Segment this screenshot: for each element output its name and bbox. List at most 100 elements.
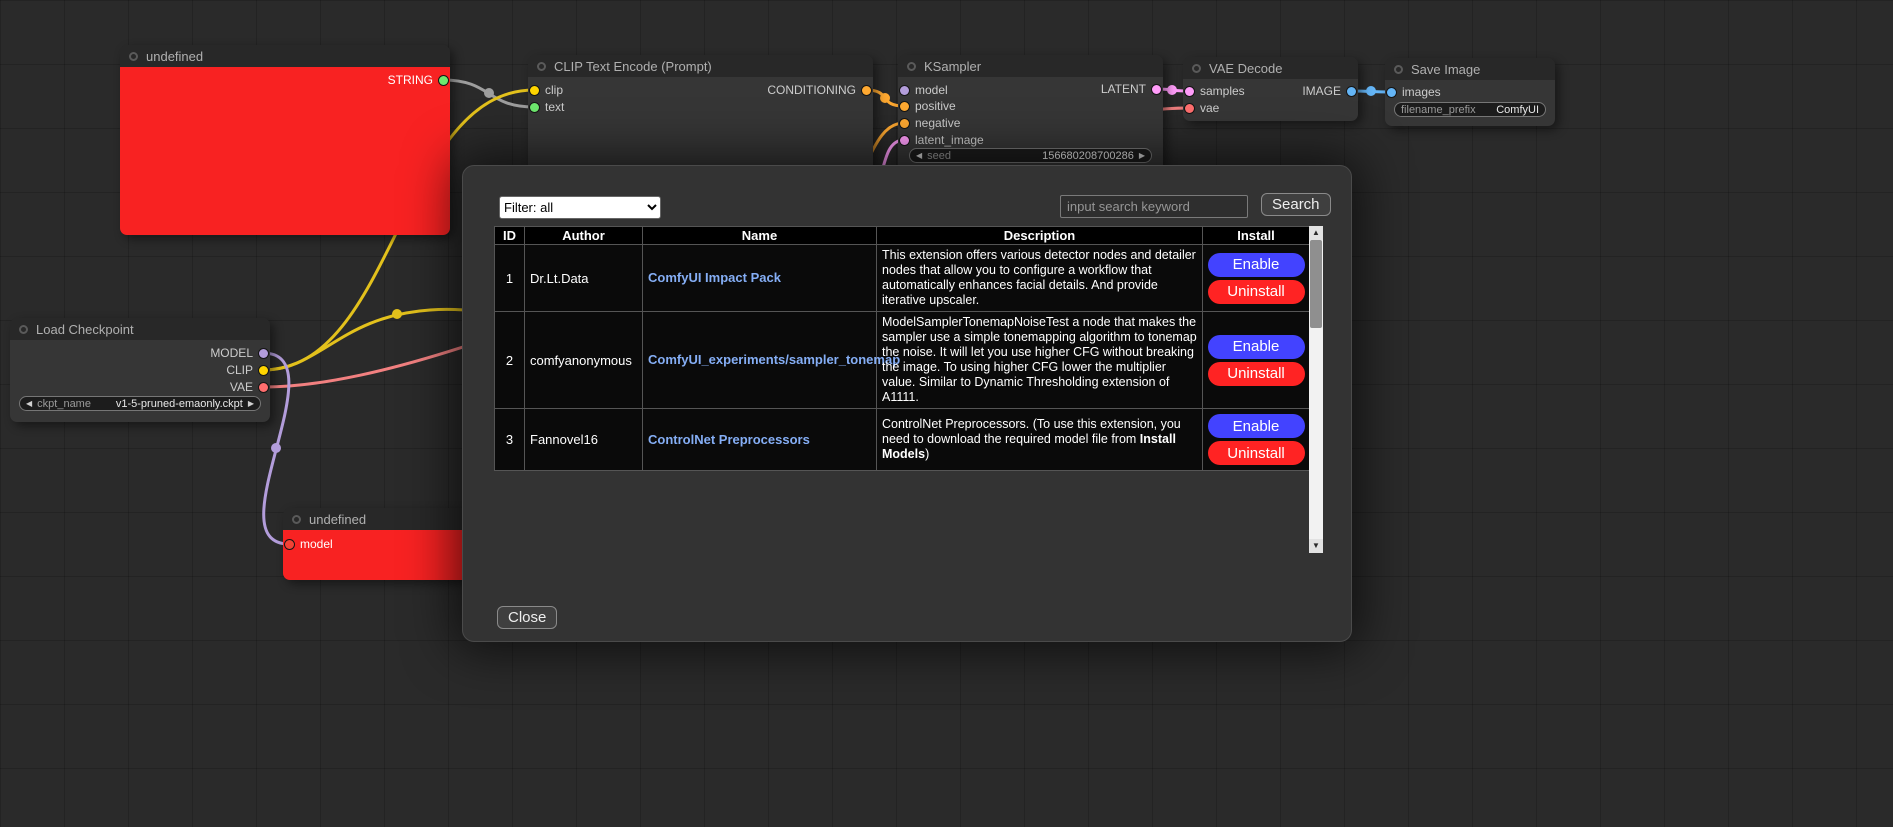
output-slot-dot[interactable] <box>259 349 268 358</box>
output-slot-dot[interactable] <box>862 86 871 95</box>
cell-install: Enable Uninstall <box>1203 312 1310 409</box>
input-slot-dot[interactable] <box>900 119 909 128</box>
slot-label: text <box>545 100 564 114</box>
input-slot-text: text <box>530 100 564 114</box>
uninstall-button[interactable]: Uninstall <box>1208 441 1305 465</box>
node-title-bar[interactable]: KSampler <box>898 55 1163 77</box>
node-title-bar[interactable]: Load Checkpoint <box>10 318 270 340</box>
slot-label: vae <box>1200 101 1219 115</box>
input-slot-model: model <box>285 537 333 551</box>
output-slot-latent: LATENT <box>1101 82 1161 96</box>
input-slot-dot[interactable] <box>1185 104 1194 113</box>
decrement-arrow-icon[interactable]: ◀ <box>26 399 32 408</box>
increment-arrow-icon[interactable]: ▶ <box>1139 151 1145 160</box>
scroll-up-icon[interactable]: ▲ <box>1309 226 1323 240</box>
node-save-image[interactable]: Save Image images filename_prefix ComfyU… <box>1385 58 1555 126</box>
scroll-down-icon[interactable]: ▼ <box>1309 539 1323 553</box>
increment-arrow-icon[interactable]: ▶ <box>248 399 254 408</box>
output-slot-dot[interactable] <box>259 366 268 375</box>
input-slot-dot[interactable] <box>530 103 539 112</box>
slot-label: CONDITIONING <box>767 83 856 97</box>
uninstall-button[interactable]: Uninstall <box>1208 362 1305 386</box>
output-slot-vae: VAE <box>230 380 268 394</box>
link-dot-latent <box>1167 85 1177 95</box>
filter-select[interactable]: Filter: all <box>499 196 661 219</box>
filename-prefix-widget[interactable]: filename_prefix ComfyUI <box>1394 102 1546 117</box>
manager-dialog: Filter: all Search ID Author Name Descri… <box>462 165 1352 642</box>
collapse-dot-icon[interactable] <box>19 325 28 334</box>
node-load-checkpoint[interactable]: Load Checkpoint MODEL CLIP VAE ◀ ckpt_na… <box>10 318 270 422</box>
collapse-dot-icon[interactable] <box>292 515 301 524</box>
header-install: Install <box>1203 227 1310 245</box>
output-slot-dot[interactable] <box>1347 87 1356 96</box>
node-title-bar[interactable]: CLIP Text Encode (Prompt) <box>528 55 873 77</box>
input-slot-dot[interactable] <box>1185 87 1194 96</box>
node-undefined-top[interactable]: undefined STRING <box>120 45 450 235</box>
extension-link[interactable]: ComfyUI_experiments/sampler_tonemap <box>648 352 900 367</box>
table-row: 3 Fannovel16 ControlNet Preprocessors Co… <box>495 409 1310 471</box>
enable-button[interactable]: Enable <box>1208 335 1305 359</box>
scrollbar-thumb[interactable] <box>1310 240 1322 328</box>
widget-label: seed <box>927 150 951 162</box>
widget-label: ckpt_name <box>37 398 91 410</box>
input-slot-model: model <box>900 83 948 97</box>
node-title-bar[interactable]: VAE Decode <box>1183 57 1358 79</box>
collapse-dot-icon[interactable] <box>1394 65 1403 74</box>
node-title-bar[interactable]: Save Image <box>1385 58 1555 80</box>
extension-link[interactable]: ComfyUI Impact Pack <box>648 270 781 285</box>
slot-label: MODEL <box>210 346 253 360</box>
collapse-dot-icon[interactable] <box>907 62 916 71</box>
node-title: Save Image <box>1411 62 1480 77</box>
decrement-arrow-icon[interactable]: ◀ <box>916 151 922 160</box>
node-ksampler[interactable]: KSampler model positive negative latent_… <box>898 55 1163 182</box>
output-slot-string: STRING <box>388 73 448 87</box>
output-slot-model: MODEL <box>210 346 268 360</box>
node-title: KSampler <box>924 59 981 74</box>
output-slot-dot[interactable] <box>1152 85 1161 94</box>
node-title-bar[interactable]: undefined <box>120 45 450 67</box>
slot-label: STRING <box>388 73 433 87</box>
table-row: 1 Dr.Lt.Data ComfyUI Impact Pack This ex… <box>495 245 1310 312</box>
slot-label: clip <box>545 83 563 97</box>
uninstall-button[interactable]: Uninstall <box>1208 280 1305 304</box>
input-slot-dot[interactable] <box>900 136 909 145</box>
input-slot-dot[interactable] <box>900 102 909 111</box>
node-vae-decode[interactable]: VAE Decode samples vae IMAGE <box>1183 57 1358 121</box>
slot-label: positive <box>915 99 956 113</box>
close-button[interactable]: Close <box>497 606 557 629</box>
slot-label: LATENT <box>1101 82 1146 96</box>
collapse-dot-icon[interactable] <box>1192 64 1201 73</box>
widget-value: ComfyUI <box>1496 104 1539 116</box>
header-id: ID <box>495 227 525 245</box>
output-slot-dot[interactable] <box>439 76 448 85</box>
seed-widget[interactable]: ◀ seed 156680208700286 ▶ <box>909 148 1152 163</box>
enable-button[interactable]: Enable <box>1208 253 1305 277</box>
search-button[interactable]: Search <box>1261 193 1331 216</box>
input-slot-dot[interactable] <box>900 86 909 95</box>
ckpt-name-widget[interactable]: ◀ ckpt_name v1-5-pruned-emaonly.ckpt ▶ <box>19 396 261 411</box>
slot-label: IMAGE <box>1302 84 1341 98</box>
widget-label: filename_prefix <box>1401 104 1476 116</box>
cell-author: comfyanonymous <box>525 312 643 409</box>
cell-author: Fannovel16 <box>525 409 643 471</box>
widget-value: v1-5-pruned-emaonly.ckpt <box>116 398 243 410</box>
input-slot-dot[interactable] <box>285 540 294 549</box>
cell-description: This extension offers various detector n… <box>877 245 1203 312</box>
search-input[interactable] <box>1060 195 1248 218</box>
table-row: 2 comfyanonymous ComfyUI_experiments/sam… <box>495 312 1310 409</box>
scrollbar[interactable]: ▲ ▼ <box>1309 226 1323 553</box>
cell-id: 3 <box>495 409 525 471</box>
input-slot-dot[interactable] <box>1387 88 1396 97</box>
collapse-dot-icon[interactable] <box>537 62 546 71</box>
extension-link[interactable]: ControlNet Preprocessors <box>648 432 810 447</box>
cell-author: Dr.Lt.Data <box>525 245 643 312</box>
enable-button[interactable]: Enable <box>1208 414 1305 438</box>
link-dot-conditioning <box>880 93 890 103</box>
output-slot-dot[interactable] <box>259 383 268 392</box>
cell-description: ModelSamplerTonemapNoiseTest a node that… <box>877 312 1203 409</box>
description-text: ControlNet Preprocessors. (To use this e… <box>882 417 1181 446</box>
header-author: Author <box>525 227 643 245</box>
node-title: undefined <box>146 49 203 64</box>
input-slot-dot[interactable] <box>530 86 539 95</box>
collapse-dot-icon[interactable] <box>129 52 138 61</box>
